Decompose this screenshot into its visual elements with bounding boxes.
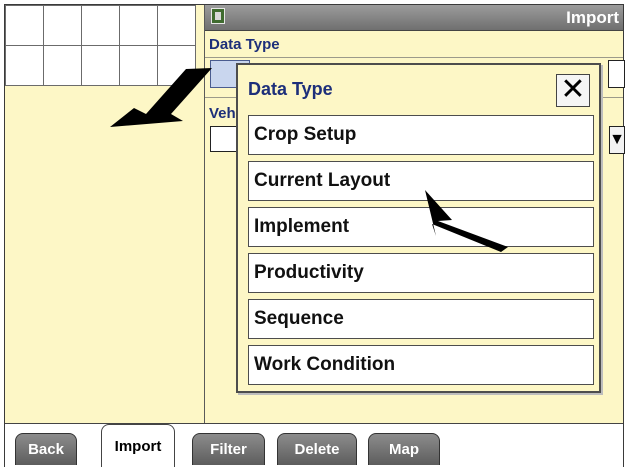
callout-arrow-current-layout bbox=[425, 190, 508, 252]
callout-arrows bbox=[110, 68, 508, 252]
callout-arrow-data-type bbox=[110, 68, 212, 127]
